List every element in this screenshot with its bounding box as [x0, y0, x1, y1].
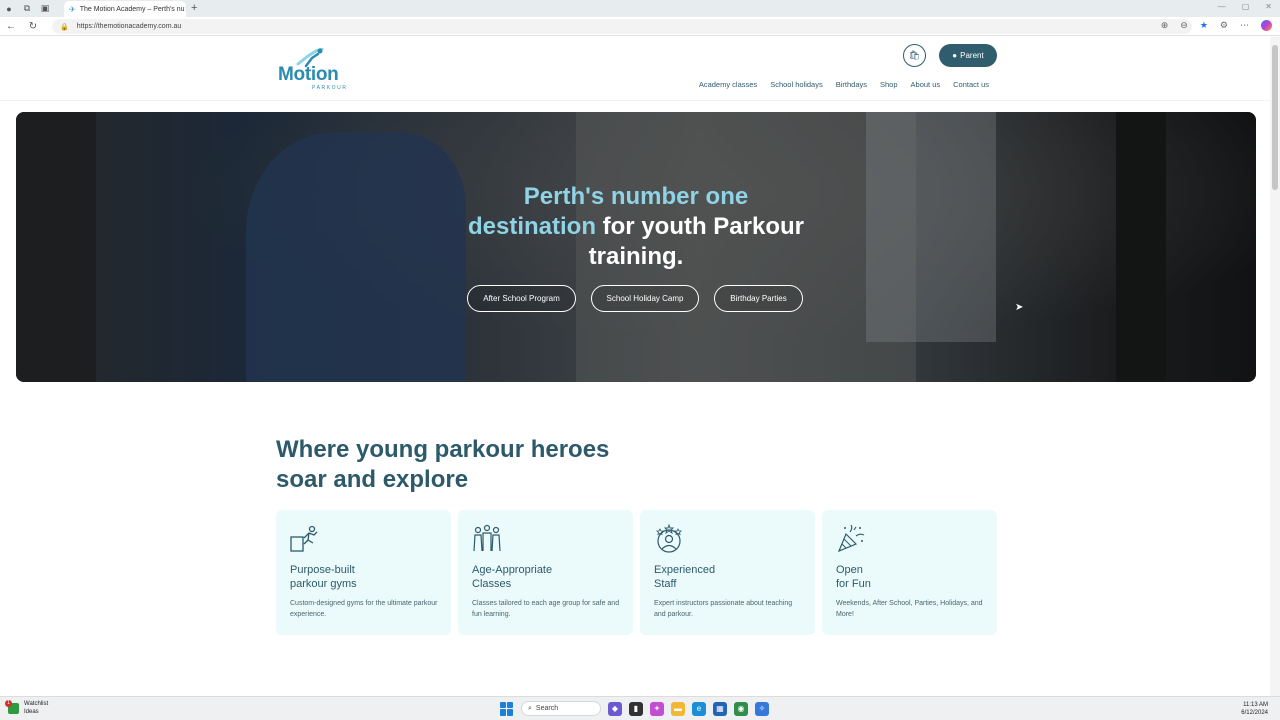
nav-shop[interactable]: Shop	[880, 80, 898, 89]
browser-tab[interactable]: ✈ The Motion Academy – Perth's nu ✕	[64, 1, 186, 17]
new-tab-icon[interactable]: +	[191, 2, 197, 14]
feature-card: Experienced Staff Expert instructors pass…	[640, 510, 815, 635]
hero-title-accent-1: Perth's number one	[523, 183, 749, 210]
edge-browser-icon[interactable]: e	[692, 701, 706, 716]
site-header: Motion PARKOUR 🛍 ● Parent Academy classe…	[0, 37, 1270, 101]
feature-cards: Purpose-built parkour gyms Custom-designe…	[276, 510, 997, 635]
windows-taskbar: 1 Watchlist Ideas ⌕ Search ◆ ▮ ✦ ▬ e ▦ ◉…	[0, 696, 1280, 720]
maximize-icon[interactable]: ▢	[1242, 2, 1250, 11]
card-title: Purpose-built parkour gyms	[290, 564, 357, 590]
url-text: https://themotionacademy.com.au	[76, 23, 182, 30]
card-title: Age-Appropriate Classes	[472, 564, 553, 590]
tab-actions-icon[interactable]: ▣	[36, 0, 54, 17]
back-icon[interactable]: ←	[0, 21, 22, 32]
feature-card: Age-Appropriate Classes Classes tailored …	[458, 510, 633, 635]
section-title: Where young parkour heroes soar and expl…	[276, 436, 610, 493]
refresh-icon[interactable]: ↻	[22, 21, 44, 32]
watchlist-sub: Ideas	[24, 709, 39, 715]
url-field[interactable]: 🔒 https://themotionacademy.com.au	[52, 19, 1192, 34]
page-scrollbar[interactable]	[1270, 37, 1280, 696]
card-text: Expert instructors passionate about teac…	[654, 600, 793, 618]
group-people-icon	[473, 524, 501, 552]
nav-about-us[interactable]: About us	[911, 80, 941, 89]
clock-date: 6/12/2024	[1241, 710, 1268, 716]
feature-card: Open for Fun Weekends, After School, Part…	[822, 510, 997, 635]
extensions-icon[interactable]: ⚙	[1220, 20, 1228, 31]
watchlist-widget[interactable]: 1 Watchlist Ideas	[5, 699, 49, 716]
hero-title-rest-1: for youth Parkour	[595, 213, 805, 240]
browser-tab-bar: ● ⧉ ▣ ✈ The Motion Academy – Perth's nu …	[0, 0, 1280, 17]
parent-label: Parent	[960, 51, 984, 60]
nav-school-holidays[interactable]: School holidays	[770, 80, 823, 89]
school-holiday-camp-button[interactable]: School Holiday Camp	[591, 285, 699, 312]
main-navigation: Academy classes School holidays Birthday…	[686, 80, 989, 89]
lock-icon[interactable]: 🔒	[60, 23, 69, 31]
taskbar-search-label: Search	[535, 705, 559, 712]
shopping-bag-icon: 🛍	[908, 50, 921, 60]
party-popper-icon	[837, 524, 865, 553]
profile-icon[interactable]: ●	[0, 0, 18, 17]
copilot-app-icon[interactable]: ◆	[608, 701, 622, 716]
star-staff-icon	[656, 524, 682, 553]
copilot-taskbar-icon[interactable]: ✦	[650, 701, 664, 716]
logo-subtitle: PARKOUR	[312, 85, 348, 91]
store-icon[interactable]: ▦	[713, 701, 727, 716]
system-clock[interactable]: 11:13 AM 6/12/2024	[1241, 701, 1268, 717]
nav-academy-classes[interactable]: Academy classes	[699, 80, 757, 89]
clock-time: 11:13 AM	[1243, 702, 1268, 708]
card-text: Weekends, After School, Parties, Holiday…	[836, 600, 983, 618]
birthday-parties-button[interactable]: Birthday Parties	[714, 285, 803, 312]
after-school-program-button[interactable]: After School Program	[467, 285, 576, 312]
site-favicon-icon: ✈	[69, 4, 76, 14]
card-title: Experienced Staff	[654, 564, 716, 590]
chrome-icon[interactable]: ◉	[734, 701, 748, 716]
scrollbar-thumb[interactable]	[1272, 45, 1278, 190]
watchlist-label: Watchlist	[24, 701, 49, 707]
stocks-icon: 1	[5, 699, 19, 714]
search-icon: ⌕	[528, 704, 532, 712]
parent-login-button[interactable]: ● Parent	[939, 44, 997, 67]
feature-card: Purpose-built parkour gyms Custom-designe…	[276, 510, 451, 635]
nav-birthdays[interactable]: Birthdays	[836, 80, 867, 89]
hero-title: Perth's number one destination for youth…	[16, 182, 1256, 272]
copilot-icon[interactable]	[1261, 20, 1272, 31]
hero-title-rest-2: training.	[588, 243, 684, 270]
menu-dots-icon[interactable]: ⋯	[1240, 20, 1249, 31]
parkour-jump-icon	[290, 525, 318, 552]
motion-logo[interactable]: Motion PARKOUR	[278, 48, 356, 91]
zoom-icon[interactable]: ⊕	[1161, 20, 1169, 31]
pinned-app-icon[interactable]: ✧	[755, 701, 769, 716]
reader-icon[interactable]: ⊖	[1180, 20, 1188, 31]
mouse-cursor-icon: ➤	[1015, 302, 1024, 313]
user-icon: ●	[952, 51, 958, 60]
file-explorer-icon[interactable]: ▬	[671, 701, 685, 716]
taskbar-search[interactable]: ⌕ Search	[521, 701, 601, 716]
workspaces-icon[interactable]: ⧉	[18, 0, 36, 17]
address-bar-row: ← ↻ 🔒 https://themotionacademy.com.au ⊕ …	[0, 17, 1280, 36]
nav-contact-us[interactable]: Contact us	[953, 80, 989, 89]
logo-wordmark: Motion	[278, 64, 339, 85]
favorite-star-icon[interactable]: ★	[1200, 20, 1208, 31]
minimize-icon[interactable]: —	[1218, 2, 1226, 11]
tab-title: The Motion Academy – Perth's nu	[79, 5, 185, 13]
hero-banner: Perth's number one destination for youth…	[16, 112, 1256, 382]
start-button[interactable]	[500, 701, 514, 716]
card-text: Custom-designed gyms for the ultimate pa…	[290, 600, 438, 618]
close-tab-icon[interactable]: ✕	[185, 5, 186, 14]
task-view-icon[interactable]: ▮	[629, 701, 643, 716]
notification-badge: 1	[5, 699, 12, 707]
close-window-icon[interactable]: ✕	[1265, 2, 1272, 11]
cart-button[interactable]: 🛍	[903, 44, 926, 67]
hero-title-accent-2: destination	[467, 213, 596, 240]
card-title: Open for Fun	[836, 564, 871, 590]
card-text: Classes tailored to each age group for s…	[472, 600, 620, 618]
